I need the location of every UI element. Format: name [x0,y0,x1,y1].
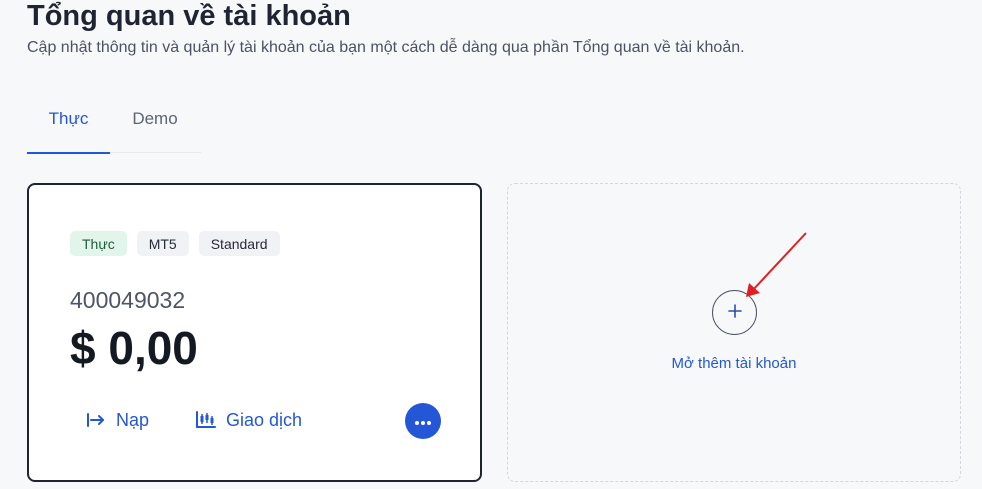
candlestick-chart-icon [195,411,216,429]
add-account-button[interactable] [712,290,757,335]
more-options-button[interactable] [405,403,441,439]
page-subtitle: Cập nhật thông tin và quản lý tài khoản … [27,39,745,56]
arrow-right-to-bar-icon [86,412,106,428]
account-badges: Thực MT5 Standard [70,231,280,256]
deposit-label: Nạp [116,409,150,430]
trade-label: Giao dịch [226,409,303,430]
account-number: 400049032 [70,287,186,313]
deposit-button[interactable]: Nạp [86,407,149,433]
tab-real[interactable]: Thực [27,100,110,154]
platform-badge: MT5 [136,231,189,256]
more-dots-icon [414,414,432,429]
open-new-account-label: Mở thêm tài khoản [671,355,797,372]
account-card[interactable]: Thực MT5 Standard 400049032 $ 0,00 Nạp G… [27,183,482,482]
account-type-badge: Thực [70,231,127,256]
tab-demo[interactable]: Demo [115,100,195,153]
page-title: Tổng quan về tài khoản [27,0,351,32]
open-new-account-card[interactable]: Mở thêm tài khoản [507,183,961,482]
account-balance: $ 0,00 [70,322,198,374]
account-overview-page: Tổng quan về tài khoản Cập nhật thông ti… [0,0,982,489]
account-type-tabs: Thực Demo [27,100,201,154]
plus-icon [727,303,743,322]
trade-button[interactable]: Giao dịch [195,407,302,433]
account-class-badge: Standard [198,231,280,256]
